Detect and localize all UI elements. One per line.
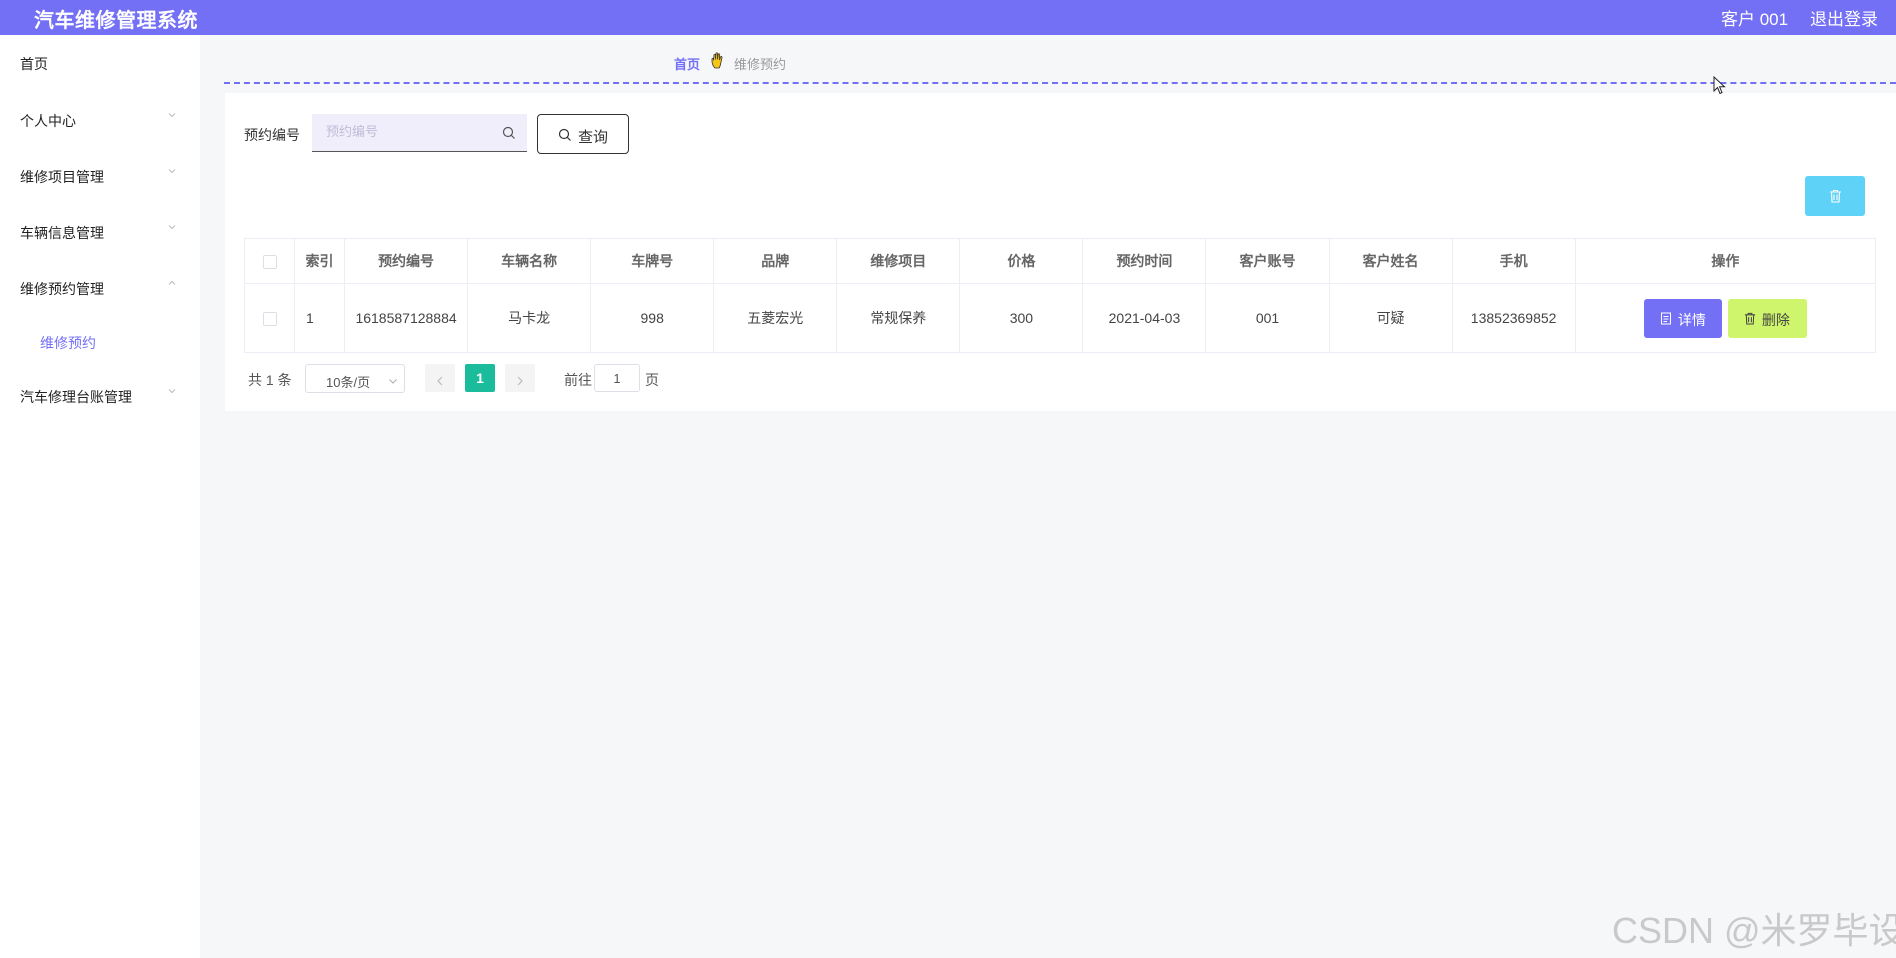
watermark: CSDN @米罗毕设 bbox=[1612, 910, 1896, 951]
goto-label: 前往 bbox=[564, 372, 592, 388]
table-header: 客户账号 bbox=[1205, 238, 1330, 284]
pager-total: 共 1 条 bbox=[248, 372, 292, 388]
cell-plate: 998 bbox=[590, 283, 715, 353]
breadcrumb-home[interactable]: 首页 bbox=[674, 54, 700, 73]
header-select-all[interactable] bbox=[243, 238, 296, 284]
chevron-down-icon bbox=[388, 374, 398, 384]
cell-index: 1 bbox=[294, 283, 346, 353]
search-icon bbox=[558, 128, 572, 142]
cell-vehicle-name: 马卡龙 bbox=[467, 283, 592, 353]
chevron-down-icon bbox=[168, 223, 176, 231]
sidebar-item-personal-center[interactable]: 个人中心 bbox=[0, 99, 200, 139]
chevron-up-icon bbox=[168, 279, 176, 287]
cell-booking-time: 2021-04-03 bbox=[1082, 283, 1207, 353]
mouse-cursor-icon bbox=[1713, 75, 1727, 96]
sidebar: 首页 个人中心 维修项目管理 车辆信息管理 维修预约管理 维修预约 汽车修理台账… bbox=[0, 35, 200, 958]
detail-button[interactable]: 详情 bbox=[1643, 298, 1722, 338]
cell-customer-account: 001 bbox=[1205, 283, 1330, 353]
table-header: 车辆名称 bbox=[467, 238, 592, 284]
user-label: 客户 001 bbox=[1721, 10, 1789, 29]
search-icon bbox=[502, 126, 516, 140]
table-header: 车牌号 bbox=[590, 238, 715, 284]
chevron-down-icon bbox=[168, 111, 176, 119]
sidebar-item-home[interactable]: 首页 bbox=[0, 42, 200, 82]
sidebar-item-repair-items[interactable]: 维修项目管理 bbox=[0, 155, 200, 195]
page-suffix: 页 bbox=[645, 372, 659, 388]
row-checkbox[interactable] bbox=[262, 312, 277, 327]
hand-icon bbox=[710, 52, 726, 70]
sidebar-item-label: 维修预约管理 bbox=[20, 281, 104, 297]
table-header: 品牌 bbox=[713, 238, 838, 284]
query-button[interactable]: 查询 bbox=[537, 114, 629, 154]
cell-repair-item: 常规保养 bbox=[836, 283, 961, 353]
next-page-button[interactable] bbox=[505, 364, 535, 392]
table-header: 价格 bbox=[959, 238, 1084, 284]
row-select-cell[interactable] bbox=[243, 283, 296, 353]
cell-customer-name: 可疑 bbox=[1328, 283, 1453, 353]
app-title: 汽车维修管理系统 bbox=[34, 10, 198, 32]
booking-table: 索引 预约编号 车辆名称 车牌号 品牌 维修项目 价格 预约时间 客户账号 客户… bbox=[243, 238, 1877, 353]
table-header: 索引 bbox=[294, 238, 346, 284]
search-label: 预约编号 bbox=[244, 127, 300, 143]
cell-brand: 五菱宏光 bbox=[713, 283, 838, 353]
cell-actions: 详情 删除 bbox=[1574, 283, 1877, 353]
table-header: 操作 bbox=[1574, 238, 1877, 284]
breadcrumb-divider bbox=[224, 82, 1896, 84]
cell-booking-no: 1618587128884 bbox=[344, 283, 469, 353]
sidebar-item-vehicle-info[interactable]: 车辆信息管理 bbox=[0, 211, 200, 251]
table-header-row: 索引 预约编号 车辆名称 车牌号 品牌 维修项目 价格 预约时间 客户账号 客户… bbox=[243, 238, 1877, 284]
breadcrumb-current: 维修预约 bbox=[734, 57, 787, 72]
search-field[interactable] bbox=[312, 114, 527, 152]
document-icon bbox=[1660, 312, 1672, 325]
sidebar-item-repair-ledger[interactable]: 汽车修理台账管理 bbox=[0, 375, 200, 415]
chevron-left-icon bbox=[436, 373, 444, 386]
table-header: 预约时间 bbox=[1082, 238, 1207, 284]
query-button-label: 查询 bbox=[578, 129, 609, 146]
table-header: 手机 bbox=[1451, 238, 1576, 284]
cell-phone: 13852369852 bbox=[1451, 283, 1576, 353]
trash-icon bbox=[1744, 312, 1756, 325]
goto-page-input[interactable] bbox=[594, 364, 640, 392]
page-size-value: 10条/页 bbox=[326, 375, 371, 390]
table-row: 1 1618587128884 马卡龙 998 五菱宏光 常规保养 300 20… bbox=[243, 283, 1877, 353]
sidebar-item-label: 车辆信息管理 bbox=[20, 225, 104, 241]
chevron-down-icon bbox=[168, 167, 176, 175]
select-all-checkbox[interactable] bbox=[262, 255, 277, 270]
sidebar-subitem-booking[interactable]: 维修预约 bbox=[0, 321, 200, 361]
table-header: 维修项目 bbox=[836, 238, 961, 284]
page-number-button[interactable]: 1 bbox=[465, 364, 495, 392]
detail-button-label: 详情 bbox=[1677, 311, 1706, 328]
sidebar-item-label: 首页 bbox=[20, 56, 48, 72]
delete-button[interactable]: 删除 bbox=[1727, 298, 1807, 338]
sidebar-item-label: 维修预约 bbox=[40, 335, 96, 351]
table-header: 客户姓名 bbox=[1328, 238, 1453, 284]
sidebar-item-label: 维修项目管理 bbox=[20, 169, 104, 185]
sidebar-item-booking-management[interactable]: 维修预约管理 bbox=[0, 267, 200, 307]
cell-price: 300 bbox=[959, 283, 1084, 353]
top-bar: 汽车维修管理系统 客户 001 退出登录 bbox=[0, 0, 1896, 35]
chevron-down-icon bbox=[168, 387, 176, 395]
prev-page-button[interactable] bbox=[425, 364, 455, 392]
batch-delete-button[interactable] bbox=[1805, 176, 1865, 216]
logout-button[interactable]: 退出登录 bbox=[1810, 5, 1878, 30]
sidebar-item-label: 个人中心 bbox=[20, 113, 76, 129]
delete-button-label: 删除 bbox=[1761, 311, 1790, 328]
chevron-right-icon bbox=[516, 373, 524, 386]
sidebar-item-label: 汽车修理台账管理 bbox=[20, 389, 132, 405]
page-size-select[interactable]: 10条/页 bbox=[305, 364, 405, 393]
trash-icon bbox=[1829, 189, 1842, 203]
search-input[interactable] bbox=[326, 124, 486, 139]
table-header: 预约编号 bbox=[344, 238, 469, 284]
